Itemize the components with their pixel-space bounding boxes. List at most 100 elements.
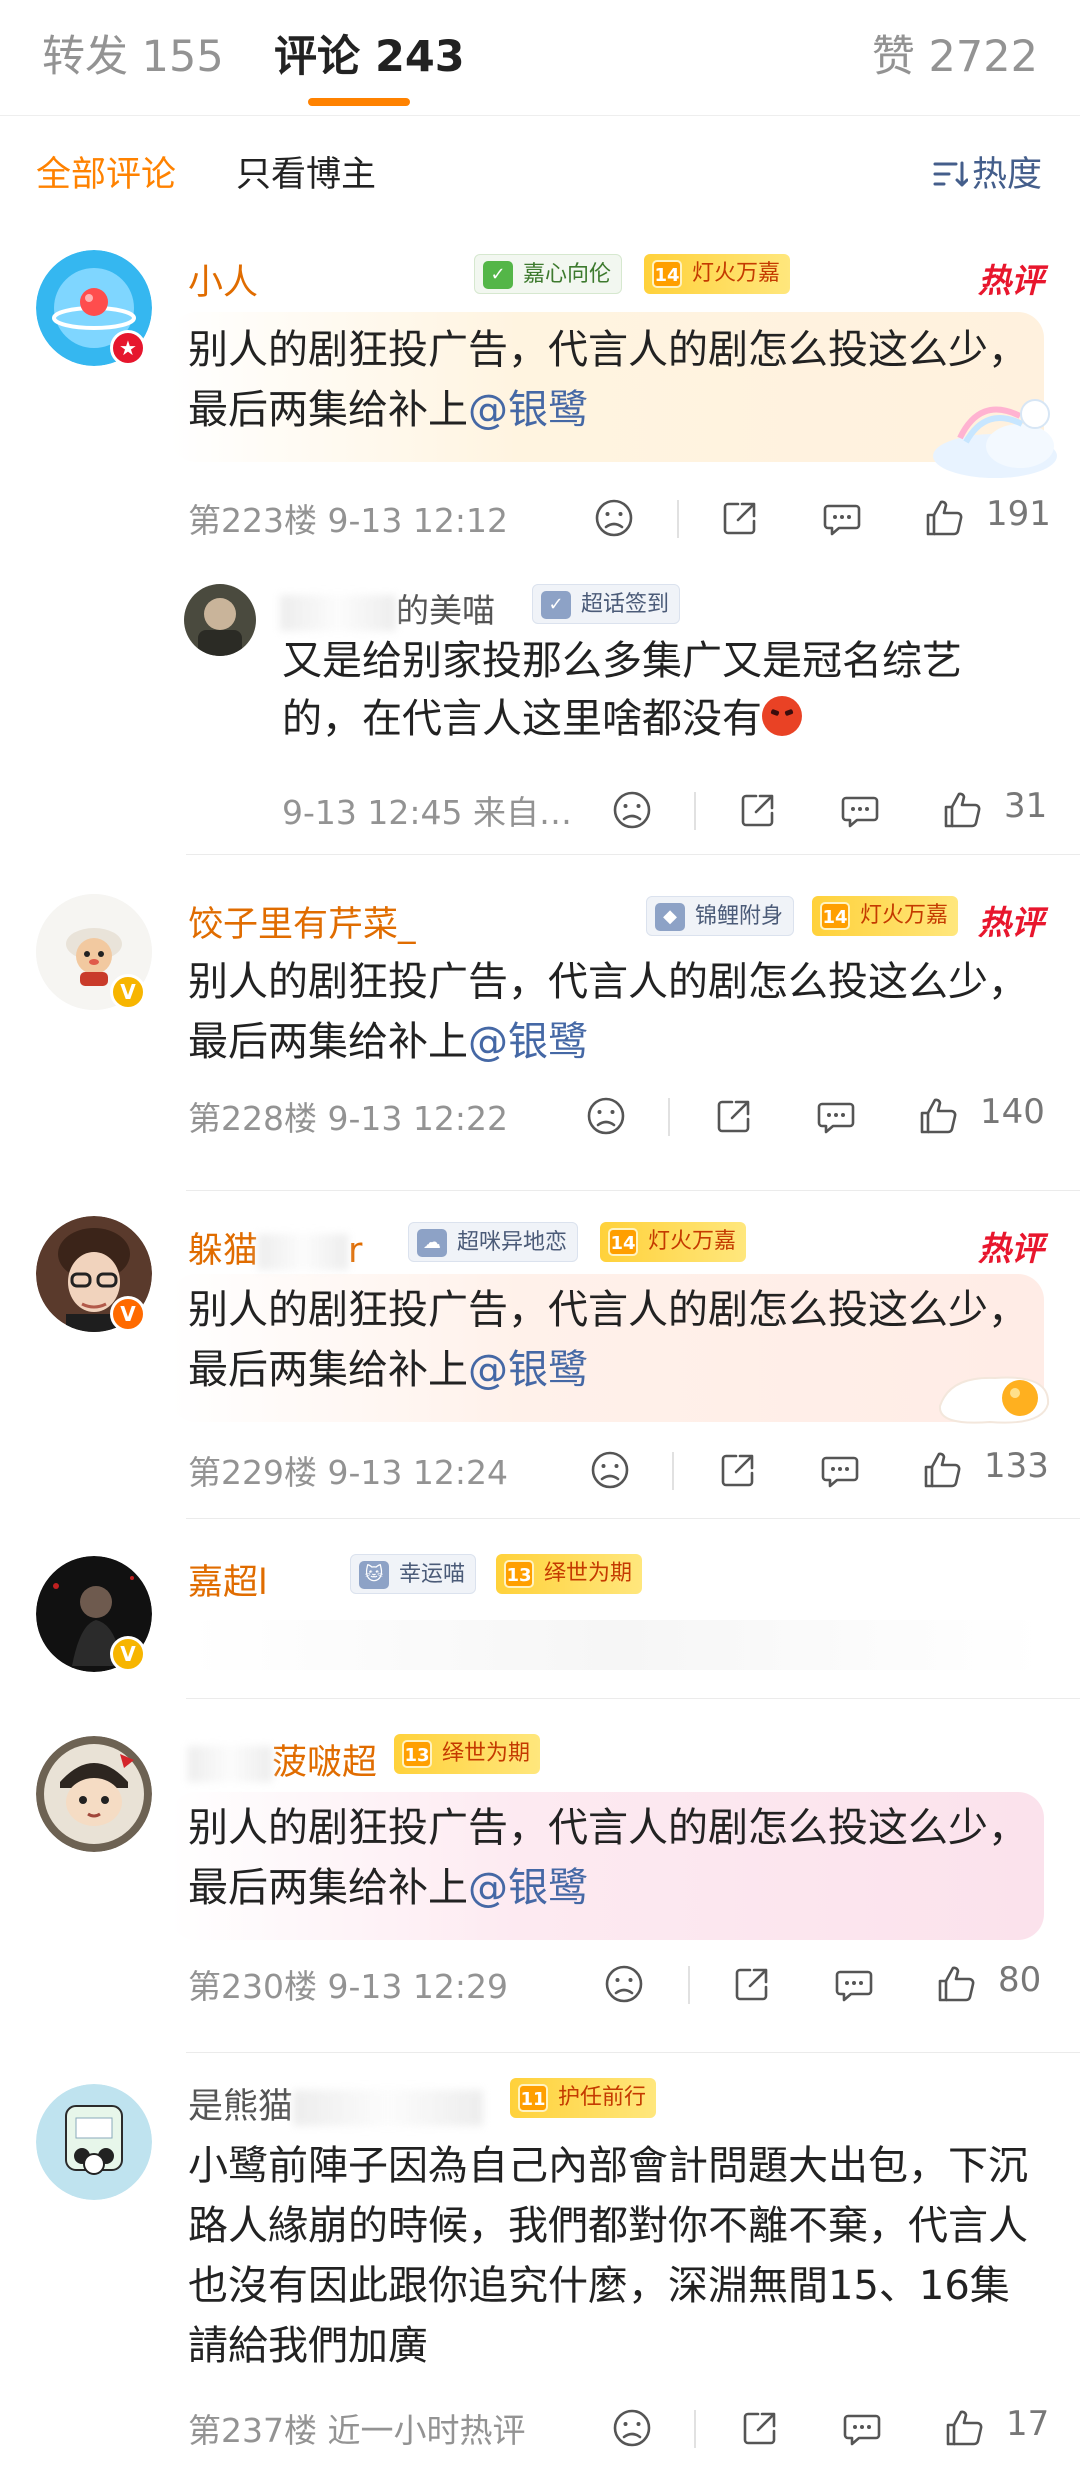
checkin-tag[interactable]: ✓ 超话签到: [532, 584, 681, 624]
action-divider: [677, 500, 679, 538]
comment-item: ★ 小人 ✓ 嘉心向伦 14 灯火万嘉 热评 别人的剧狂投广告，代言人的剧怎么投这么…: [0, 226, 1080, 860]
koi-icon: ◆: [655, 903, 685, 931]
avatar[interactable]: [36, 1736, 152, 1852]
username[interactable]: 饺子里有芹菜_: [188, 896, 416, 947]
comment-time: 9-13 12:24: [327, 1453, 509, 1492]
like-icon[interactable]: [940, 788, 984, 832]
username[interactable]: 是熊猫: [188, 2078, 484, 2129]
reply-icon[interactable]: [818, 1448, 862, 1492]
divider: [186, 1518, 1080, 1519]
fan-title-tag[interactable]: ◆ 锦鲤附身: [646, 896, 795, 936]
level-14-icon: 14: [652, 260, 682, 288]
comment-text: 别人的剧狂投广告，代言人的剧怎么投这么少，最后两集给补上@银鹭: [188, 327, 1028, 433]
action-divider: [694, 792, 696, 830]
filter-all-comments[interactable]: 全部评论: [36, 146, 176, 197]
comment-text: 别人的剧狂投广告，代言人的剧怎么投这么少，最后两集给补上@银鹭: [188, 1805, 1028, 1911]
blurred-name: [293, 2090, 484, 2126]
divider: [186, 2052, 1080, 2053]
reply-icon[interactable]: [840, 2406, 884, 2450]
like-icon[interactable]: [942, 2406, 986, 2450]
tab-forwards[interactable]: 转发 155: [42, 22, 224, 84]
fan-title-tag[interactable]: 🐱 幸运喵: [350, 1554, 477, 1594]
comment-tabs: 转发 155 评论 243 赞 2722: [0, 0, 1080, 116]
blurred-name: [188, 1746, 272, 1782]
verified-badge: V: [110, 1296, 146, 1332]
level-13-icon: 13: [402, 1740, 432, 1768]
like-count: 191: [986, 494, 1051, 534]
sort-by-hot-button[interactable]: 热度: [932, 146, 1042, 197]
floor-number: 第229楼: [188, 1453, 317, 1492]
comment-filter-bar: 全部评论 只看博主 热度: [0, 116, 1080, 226]
mention-link[interactable]: @银鹭: [468, 1347, 588, 1393]
hot-comment-badge: 热评: [978, 903, 1044, 942]
action-divider: [688, 1966, 690, 2004]
like-icon[interactable]: [922, 496, 966, 540]
floor-number: 第223楼: [188, 501, 317, 540]
comment-meta: 第237楼 近一小时热评: [188, 2404, 526, 2452]
share-icon[interactable]: [730, 1962, 774, 2006]
mention-link[interactable]: @银鹭: [468, 387, 588, 433]
reply-icon[interactable]: [814, 1094, 858, 1138]
username[interactable]: 菠啵超: [188, 1734, 377, 1785]
fan-level-tag[interactable]: 13 绎世为期: [496, 1554, 643, 1594]
comment-time: 9-13 12:12: [327, 501, 509, 540]
fan-level-tag[interactable]: 14 灯火万嘉: [812, 896, 959, 936]
comment-item: V 饺子里有芹菜_ ◆ 锦鲤附身 14 灯火万嘉 热评 别人的剧狂投广告，代言人的剧…: [0, 860, 1080, 1196]
reply-username[interactable]: 的美喵: [280, 584, 495, 632]
comment-text: 别人的剧狂投广告，代言人的剧怎么投这么少，最后两集给补上@银鹭: [188, 959, 1028, 1065]
fan-level-tag[interactable]: 11 护任前行: [510, 2078, 657, 2118]
share-icon[interactable]: [712, 1094, 756, 1138]
reply-icon[interactable]: [820, 496, 864, 540]
fan-level-tag[interactable]: 13 绎世为期: [394, 1734, 541, 1774]
dislike-icon[interactable]: [588, 1448, 632, 1492]
like-count: 140: [980, 1092, 1045, 1132]
fan-level-tag[interactable]: 14 灯火万嘉: [644, 254, 791, 294]
fan-level-tag[interactable]: 14 灯火万嘉: [600, 1222, 747, 1262]
comment-item: 是熊猫 11 护任前行 小鹭前陣子因為自己內部會計問題大出包，下沉路人緣崩的時候，…: [0, 2054, 1080, 2488]
reply-icon[interactable]: [832, 1962, 876, 2006]
dislike-icon[interactable]: [602, 1962, 646, 2006]
mention-link[interactable]: @银鹭: [468, 1865, 588, 1911]
active-tab-indicator: [308, 98, 410, 106]
mention-link[interactable]: @银鹭: [468, 1019, 588, 1065]
comment-item: V 躲猫 r ☁ 超咪异地恋 14 灯火万嘉 热评 别人的剧狂投广告，代言人的剧怎么投…: [0, 1196, 1080, 1520]
hidden-comment-content: [188, 1620, 1044, 1670]
reply-source[interactable]: 来自…: [473, 793, 572, 832]
hot-comment-badge: 热评: [978, 1229, 1044, 1268]
dislike-icon[interactable]: [610, 2406, 654, 2450]
avatar[interactable]: [36, 2084, 152, 2200]
divider: [186, 854, 1080, 855]
like-count: 17: [1006, 2404, 1050, 2444]
level-14-icon: 14: [608, 1228, 638, 1256]
username[interactable]: 嘉超l: [188, 1554, 268, 1605]
floor-number: 第230楼: [188, 1967, 317, 2006]
dislike-icon[interactable]: [592, 496, 636, 540]
reply-avatar[interactable]: [184, 584, 256, 656]
share-icon[interactable]: [716, 1448, 760, 1492]
level-14-icon: 14: [820, 902, 850, 930]
dislike-icon[interactable]: [584, 1094, 628, 1138]
like-icon[interactable]: [934, 1962, 978, 2006]
comment-item: 菠啵超 13 绎世为期 别人的剧狂投广告，代言人的剧怎么投这么少，最后两集给补上@…: [0, 1700, 1080, 2054]
action-divider: [672, 1452, 674, 1490]
tab-likes[interactable]: 赞 2722: [872, 22, 1038, 84]
level-11-icon: 11: [518, 2084, 548, 2112]
verified-badge: ★: [110, 330, 146, 366]
comment-text: 小鹭前陣子因為自己內部會計問題大出包，下沉路人緣崩的時候，我們都對你不離不棄，代…: [188, 2143, 1028, 2369]
filter-owner-only[interactable]: 只看博主: [236, 146, 376, 197]
divider: [186, 1190, 1080, 1191]
share-icon[interactable]: [718, 496, 762, 540]
like-icon[interactable]: [920, 1448, 964, 1492]
like-count: 31: [1004, 786, 1048, 826]
username[interactable]: 小人: [188, 254, 258, 305]
dislike-icon[interactable]: [610, 788, 654, 832]
floor-number: 第228楼: [188, 1099, 317, 1138]
like-icon[interactable]: [916, 1094, 960, 1138]
fan-title-tag[interactable]: ☁ 超咪异地恋: [408, 1222, 579, 1262]
tab-comments[interactable]: 评论 243: [274, 22, 465, 84]
username[interactable]: 躲猫 r: [188, 1222, 362, 1273]
share-icon[interactable]: [736, 788, 780, 832]
fan-title-tag[interactable]: ✓ 嘉心向伦: [474, 254, 623, 294]
share-icon[interactable]: [738, 2406, 782, 2450]
reply-icon[interactable]: [838, 788, 882, 832]
